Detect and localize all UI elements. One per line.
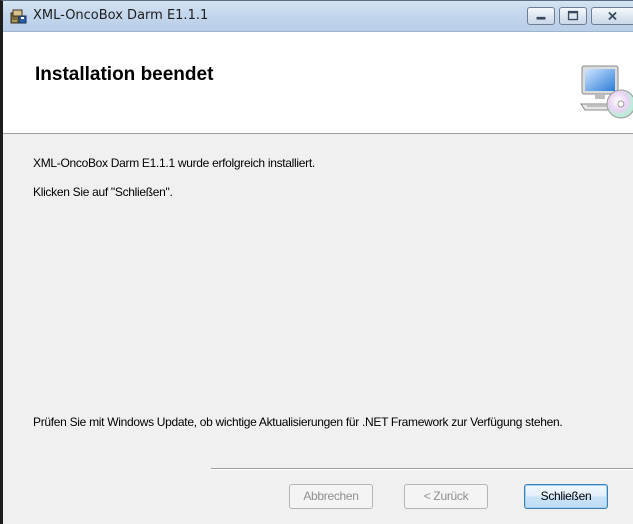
title-bar[interactable]: XML-OncoBox Darm E1.1.1 bbox=[3, 1, 633, 32]
installer-window: XML-OncoBox Darm E1.1.1 Installation bee… bbox=[0, 0, 633, 524]
close-finish-button[interactable]: Schließen bbox=[524, 484, 608, 509]
computer-cd-icon bbox=[580, 65, 633, 119]
window-title: XML-OncoBox Darm E1.1.1 bbox=[33, 8, 209, 23]
instruction-text: Klicken Sie auf "Schließen". bbox=[33, 185, 173, 199]
page-title: Installation beendet bbox=[35, 64, 214, 85]
success-message: XML-OncoBox Darm E1.1.1 wurde erfolgreic… bbox=[33, 156, 315, 170]
back-button[interactable]: < Zurück bbox=[404, 484, 488, 509]
installer-app-icon bbox=[9, 7, 27, 25]
cancel-button[interactable]: Abbrechen bbox=[289, 484, 373, 509]
maximize-icon bbox=[567, 10, 579, 21]
maximize-button[interactable] bbox=[559, 7, 587, 25]
minimize-button[interactable] bbox=[527, 7, 555, 25]
button-separator bbox=[211, 468, 633, 470]
content-area: XML-OncoBox Darm E1.1.1 wurde erfolgreic… bbox=[3, 134, 633, 524]
close-button[interactable] bbox=[591, 7, 633, 25]
header-banner: Installation beendet bbox=[3, 32, 633, 134]
minimize-icon bbox=[536, 16, 546, 20]
close-icon bbox=[608, 11, 617, 21]
update-note: Prüfen Sie mit Windows Update, ob wichti… bbox=[33, 415, 563, 429]
